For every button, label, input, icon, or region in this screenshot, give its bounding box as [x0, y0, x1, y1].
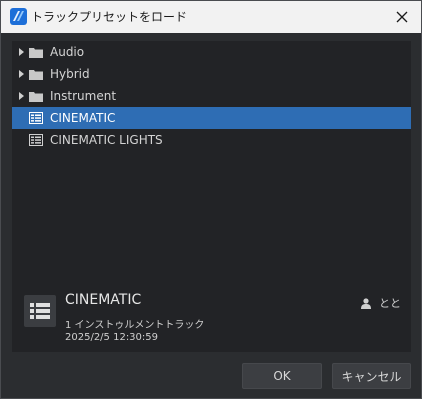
dialog-title: トラックプリセットをロード: [31, 10, 188, 24]
tree-item-label: CINEMATIC LIGHTS: [50, 133, 163, 147]
tree-item-instrument[interactable]: Instrument: [12, 85, 411, 107]
expand-arrow-icon[interactable]: [19, 48, 24, 56]
tree-item-label: CINEMATIC: [50, 111, 116, 125]
preset-icon: [29, 134, 43, 146]
tree-item-hybrid[interactable]: Hybrid: [12, 63, 411, 85]
close-icon: [396, 11, 408, 23]
ok-button[interactable]: OK: [242, 363, 322, 389]
preset-large-icon: [24, 295, 56, 327]
preset-name: CINEMATIC: [65, 292, 142, 308]
close-button[interactable]: [387, 3, 417, 31]
tree-item-cinematic[interactable]: CINEMATIC: [12, 107, 411, 129]
preset-type: 1 インストゥルメントトラック: [65, 320, 205, 331]
tree-item-audio[interactable]: Audio: [12, 41, 411, 63]
preset-icon: [29, 112, 43, 124]
folder-icon: [29, 47, 43, 58]
tree-item-label: Audio: [50, 45, 85, 59]
preset-tree: Audio Hybrid Instrument CINEMATIC CINEMA…: [12, 41, 411, 151]
user-icon: [361, 297, 371, 309]
preset-browser-panel: Audio Hybrid Instrument CINEMATIC CINEMA…: [12, 41, 411, 352]
folder-icon: [29, 91, 43, 102]
preset-info: CINEMATIC 1 インストゥルメントトラック 2025/2/5 12:30…: [12, 286, 411, 352]
author-name: とと: [379, 297, 401, 310]
expand-arrow-icon[interactable]: [19, 70, 24, 78]
preset-icon: [30, 303, 50, 319]
preset-author: とと: [361, 295, 401, 311]
tree-item-cinematic-lights[interactable]: CINEMATIC LIGHTS: [12, 129, 411, 151]
cancel-button[interactable]: キャンセル: [332, 363, 411, 389]
app-icon: [10, 8, 27, 25]
load-track-preset-dialog: トラックプリセットをロード Audio Hybrid Instrument CI…: [0, 0, 422, 399]
folder-icon: [29, 69, 43, 80]
tree-item-label: Instrument: [50, 89, 117, 103]
tree-item-label: Hybrid: [50, 67, 90, 81]
title-bar: トラックプリセットをロード: [1, 1, 421, 33]
expand-arrow-icon[interactable]: [19, 92, 24, 100]
preset-date: 2025/2/5 12:30:59: [65, 332, 159, 343]
